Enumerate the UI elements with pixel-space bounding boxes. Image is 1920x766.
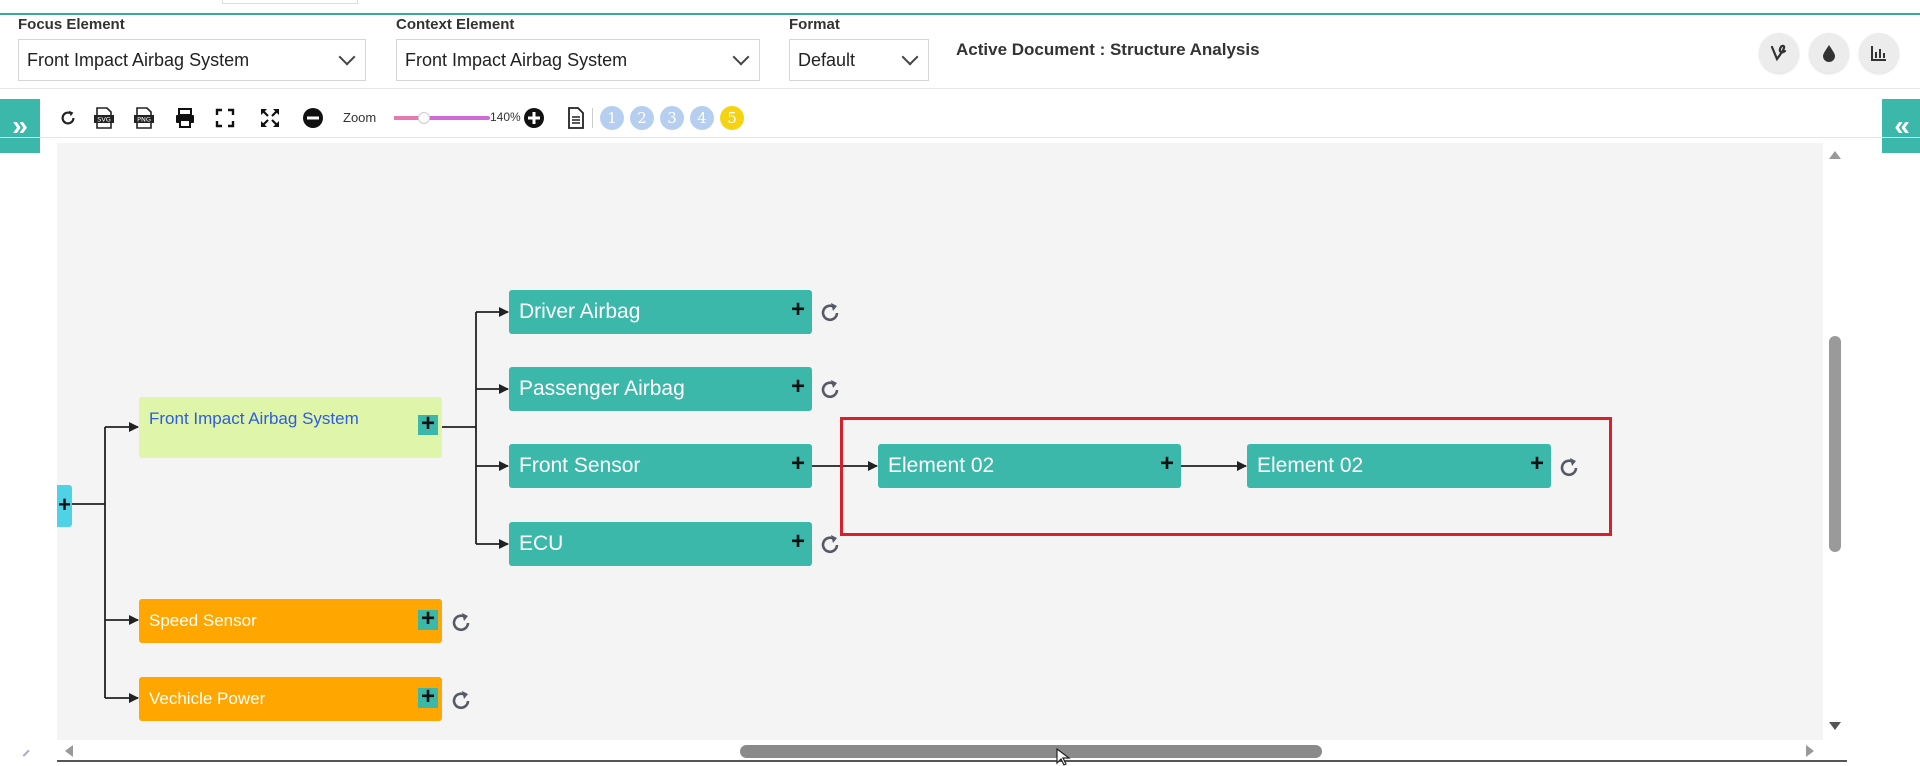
reload-node-icon[interactable] (818, 301, 842, 325)
plus-icon[interactable]: + (788, 375, 808, 399)
tree-connectors (72, 307, 1247, 703)
plus-icon[interactable]: + (418, 685, 438, 709)
tree-node-front-sensor[interactable]: Front Sensor + (509, 444, 812, 488)
tree-node-label: Vechicle Power (149, 689, 266, 708)
plus-icon[interactable]: + (788, 530, 808, 554)
tree-node-speed-sensor[interactable]: Speed Sensor + (139, 599, 442, 643)
reload-node-icon[interactable] (818, 533, 842, 557)
tree-node-label: Driver Airbag (519, 300, 641, 323)
scroll-up-arrow-icon[interactable] (1829, 149, 1841, 159)
scroll-left-arrow-icon[interactable] (63, 745, 73, 757)
scroll-right-arrow-icon[interactable] (1806, 745, 1816, 757)
tree-node-label: Speed Sensor (149, 611, 257, 630)
tree-node-ecu[interactable]: ECU + (509, 522, 812, 566)
plus-icon[interactable]: + (788, 452, 808, 476)
plus-icon[interactable]: + (788, 298, 808, 322)
tree-node-root[interactable]: Front Impact Airbag System + (139, 397, 442, 458)
tree-node-passenger-airbag[interactable]: Passenger Airbag + (509, 367, 812, 411)
tree-node-driver-airbag[interactable]: Driver Airbag + (509, 290, 812, 334)
horizontal-scroll-thumb[interactable] (740, 745, 1322, 758)
plus-icon[interactable]: + (418, 412, 438, 436)
vertical-scrollbar[interactable] (1823, 143, 1847, 740)
tree-node-vehicle-power[interactable]: Vechicle Power + (139, 677, 442, 721)
tree-node-root-label: Front Impact Airbag System (149, 409, 359, 428)
tree-node-label: Front Sensor (519, 454, 641, 477)
plus-icon[interactable]: + (418, 607, 438, 631)
reload-node-icon[interactable] (1557, 456, 1581, 480)
mouse-cursor-icon (1056, 748, 1071, 766)
horizontal-scrollbar[interactable] (57, 740, 1847, 762)
scroll-down-arrow-icon[interactable] (1829, 722, 1841, 732)
vertical-scroll-thumb[interactable] (1829, 336, 1841, 552)
reload-node-icon[interactable] (449, 689, 473, 713)
reload-node-icon[interactable] (449, 611, 473, 635)
selection-highlight-box (840, 417, 1612, 536)
tree-node-label: Passenger Airbag (519, 377, 685, 400)
tree-node-label: ECU (519, 532, 564, 555)
collapsed-parent-plus[interactable]: + (57, 485, 72, 527)
reload-node-icon[interactable] (818, 378, 842, 402)
